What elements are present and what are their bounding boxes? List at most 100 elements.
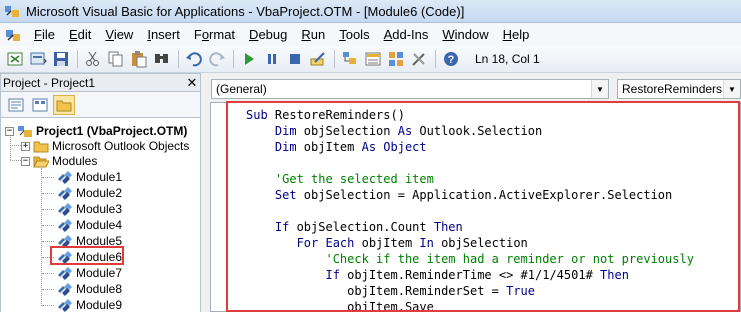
tree-connector xyxy=(42,305,54,306)
tree-connector xyxy=(42,225,54,226)
close-icon[interactable]: ✕ xyxy=(184,75,200,91)
menu-run[interactable]: Run xyxy=(295,27,331,42)
tree-module-7[interactable]: Module7 xyxy=(57,265,122,281)
chevron-down-icon[interactable]: ▼ xyxy=(723,80,740,98)
cut-icon[interactable] xyxy=(82,48,104,70)
chevron-down-icon[interactable]: ▼ xyxy=(591,80,608,98)
menu-format[interactable]: Format xyxy=(188,27,241,42)
code-window: (General) ▼ RestoreReminders ▼ Sub Resto… xyxy=(206,73,741,312)
tree-connector xyxy=(42,289,54,290)
tree-connector xyxy=(42,241,54,242)
toolbox-icon[interactable] xyxy=(408,48,430,70)
module-icon xyxy=(57,282,73,296)
tree-module-label: Module3 xyxy=(76,202,123,216)
object-combo-value: (General) xyxy=(216,82,267,96)
folder-open-icon xyxy=(33,156,49,168)
menu-help[interactable]: Help xyxy=(497,27,536,42)
tree-connector xyxy=(42,193,54,194)
menu-view[interactable]: View xyxy=(99,27,139,42)
project-explorer-icon[interactable] xyxy=(339,48,361,70)
properties-icon[interactable] xyxy=(362,48,384,70)
vba-app-icon xyxy=(5,6,19,17)
module-icon xyxy=(57,218,73,232)
project-pane-toolbar xyxy=(0,92,201,117)
menu-add-ins[interactable]: Add-Ins xyxy=(378,27,435,42)
procedure-combo[interactable]: RestoreReminders ▼ xyxy=(617,79,741,99)
toolbar-separator xyxy=(435,50,436,68)
tree-module-label: Module1 xyxy=(76,170,123,184)
title-bar: Microsoft Visual Basic for Applications … xyxy=(0,0,741,23)
reset-icon[interactable] xyxy=(284,48,306,70)
menu-bar: File Edit View Insert Format Debug Run T… xyxy=(0,23,741,46)
menu-file[interactable]: File xyxy=(28,27,61,42)
tree-connector xyxy=(42,177,54,178)
design-mode-icon[interactable] xyxy=(307,48,329,70)
view-excel-icon[interactable] xyxy=(4,48,26,70)
standard-toolbar: ? Ln 18, Col 1 xyxy=(0,46,741,73)
tree-module-3[interactable]: Module3 xyxy=(57,201,122,217)
toggle-folders-icon[interactable] xyxy=(53,94,75,115)
project-pane-title: Project - Project1 xyxy=(3,75,96,90)
module6-highlight-box xyxy=(50,246,124,265)
tree-module-8[interactable]: Module8 xyxy=(57,281,122,297)
tree-module-label: Module4 xyxy=(76,218,123,232)
help-icon[interactable]: ? xyxy=(440,48,462,70)
collapse-icon[interactable]: − xyxy=(21,156,30,166)
vba-project-icon xyxy=(18,126,32,137)
menu-insert[interactable]: Insert xyxy=(141,27,186,42)
tree-root-project[interactable]: − Project1 (VbaProject.OTM) xyxy=(5,123,187,139)
tree-module-4[interactable]: Module4 xyxy=(57,217,122,233)
toolbar-separator xyxy=(77,50,78,68)
module-icon xyxy=(57,202,73,216)
tree-module-label: Module7 xyxy=(76,266,123,280)
tree-module-2[interactable]: Module2 xyxy=(57,185,122,201)
svg-text:?: ? xyxy=(448,54,455,66)
toolbar-separator xyxy=(178,50,179,68)
tree-root-label: Project1 (VbaProject.OTM) xyxy=(36,124,188,138)
break-icon[interactable] xyxy=(261,48,283,70)
undo-icon[interactable] xyxy=(183,48,205,70)
menu-debug[interactable]: Debug xyxy=(243,27,293,42)
tree-module-9[interactable]: Module9 xyxy=(57,297,122,312)
window-title: Microsoft Visual Basic for Applications … xyxy=(26,3,465,19)
tree-modules-label: Modules xyxy=(52,154,98,168)
tree-module-label: Module2 xyxy=(76,186,123,200)
copy-icon[interactable] xyxy=(105,48,127,70)
menu-edit[interactable]: Edit xyxy=(63,27,97,42)
folder-icon xyxy=(33,141,49,153)
project-tree: − Project1 (VbaProject.OTM) + Microsoft … xyxy=(0,117,201,312)
view-object-icon[interactable] xyxy=(29,95,51,115)
module-icon xyxy=(57,186,73,200)
redo-icon[interactable] xyxy=(206,48,228,70)
tree-module-1[interactable]: Module1 xyxy=(57,169,122,185)
view-code-icon[interactable] xyxy=(5,95,27,115)
toolbar-separator xyxy=(233,50,234,68)
save-icon[interactable] xyxy=(50,48,72,70)
menu-window[interactable]: Window xyxy=(436,27,494,42)
tree-connector xyxy=(42,209,54,210)
code-highlight-box xyxy=(226,101,740,312)
menu-tools[interactable]: Tools xyxy=(333,27,375,42)
vba-menu-icon[interactable] xyxy=(4,26,22,44)
toolbar-separator xyxy=(334,50,335,68)
tree-module-label: Module9 xyxy=(76,298,123,312)
module-icon xyxy=(57,170,73,184)
object-browser-icon[interactable] xyxy=(385,48,407,70)
project-pane-header: Project - Project1 ✕ xyxy=(0,73,201,92)
expand-icon[interactable]: + xyxy=(21,141,30,151)
procedure-combo-value: RestoreReminders xyxy=(622,82,723,96)
find-icon[interactable] xyxy=(151,48,173,70)
paste-icon[interactable] xyxy=(128,48,150,70)
tree-outlook-objects-label: Microsoft Outlook Objects xyxy=(52,139,190,153)
insert-module-icon[interactable] xyxy=(27,48,49,70)
module-icon xyxy=(57,298,73,312)
tree-outlook-objects[interactable]: + Microsoft Outlook Objects xyxy=(21,138,189,154)
object-combo[interactable]: (General) ▼ xyxy=(211,79,609,99)
tree-module-label: Module8 xyxy=(76,282,123,296)
cursor-position-status: Ln 18, Col 1 xyxy=(475,52,540,66)
module-icon xyxy=(57,266,73,280)
run-icon[interactable] xyxy=(238,48,260,70)
collapse-icon[interactable]: − xyxy=(5,126,14,136)
tree-connector xyxy=(42,273,54,274)
tree-modules-folder[interactable]: − Modules xyxy=(21,153,97,169)
